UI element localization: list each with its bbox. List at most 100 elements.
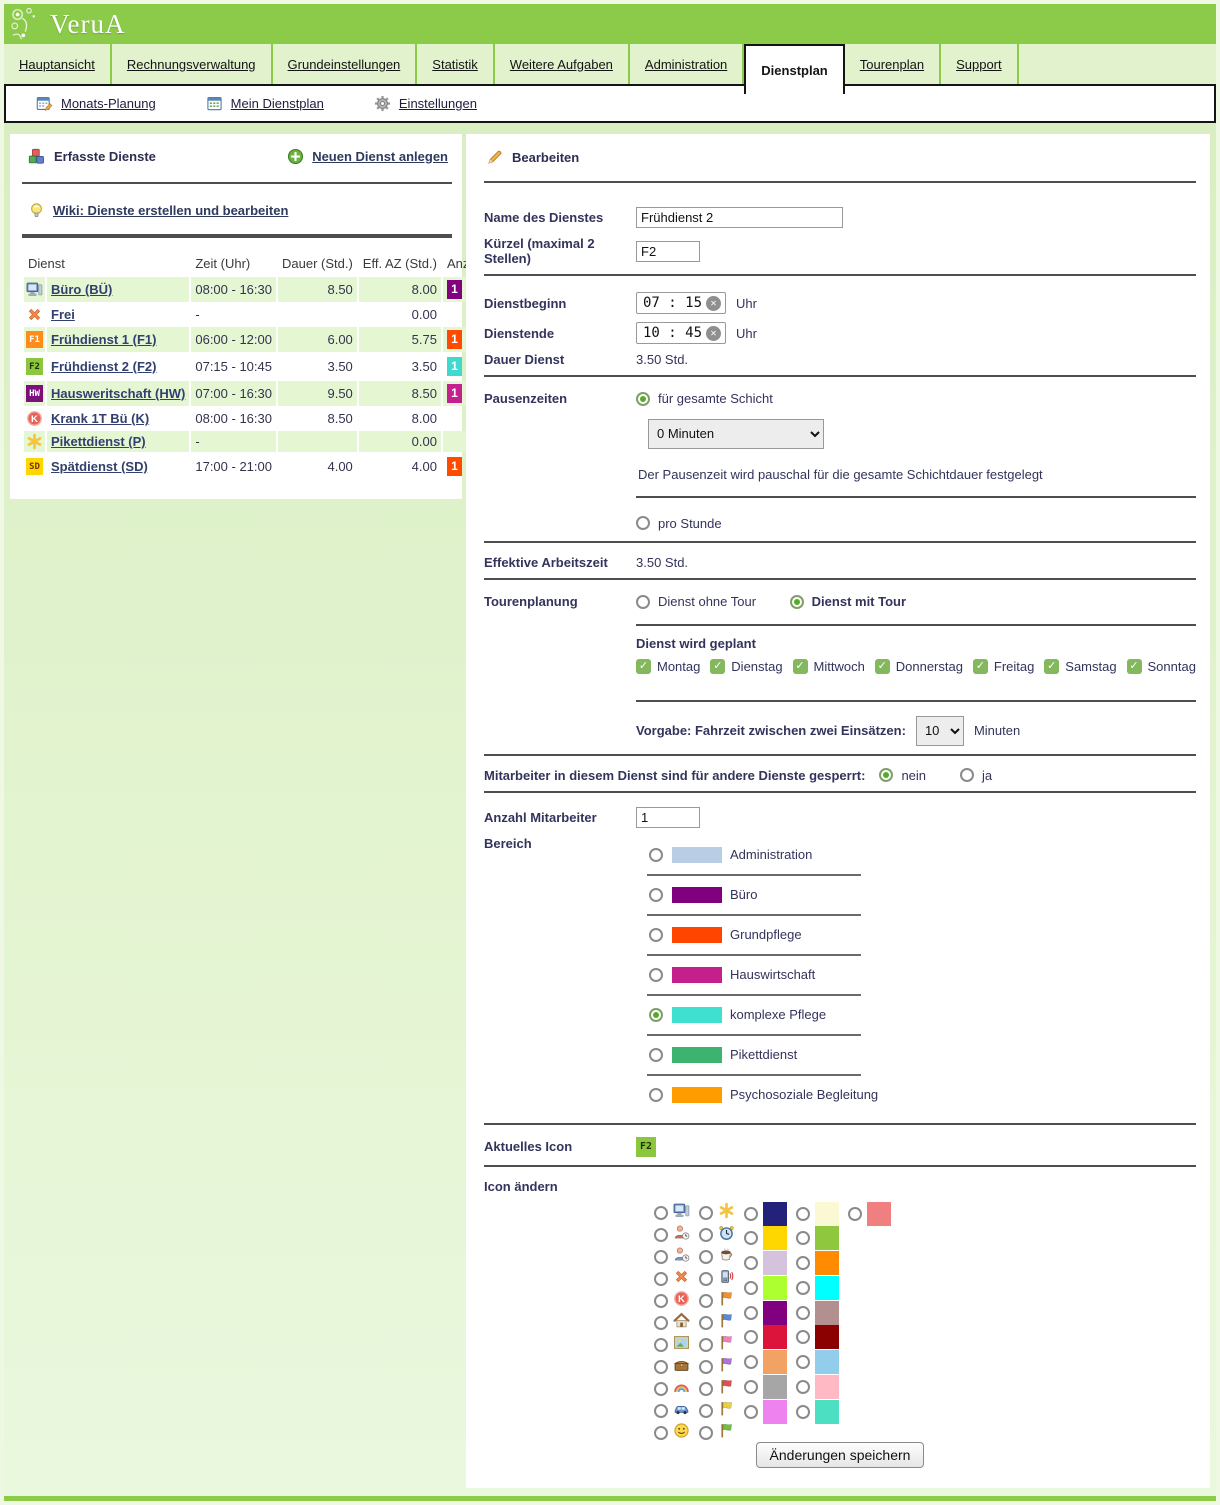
tab-support[interactable]: Support [941, 44, 1019, 84]
service-link[interactable]: Frei [51, 307, 75, 322]
radio-icon[interactable] [654, 1426, 668, 1440]
pause-option-gesamte-schicht[interactable]: für gesamte Schicht [636, 391, 773, 406]
gesperrt-option-ja[interactable]: ja [960, 768, 992, 783]
clear-time-icon[interactable]: ✕ [706, 296, 721, 311]
icon-option-house[interactable] [654, 1312, 690, 1334]
radio-icon[interactable] [699, 1206, 713, 1220]
service-link[interactable]: Frühdienst 2 (F2) [51, 359, 156, 374]
color-option-ff8c00[interactable] [796, 1251, 839, 1275]
checkbox-checked-icon[interactable]: ✓ [1127, 659, 1142, 674]
icon-option-person-red-clock[interactable] [654, 1224, 690, 1246]
icon-option-flag-green[interactable] [699, 1422, 735, 1444]
icon-option-flag-red[interactable] [699, 1378, 735, 1400]
dienstende-input[interactable]: 10 : 45 ✕ [636, 322, 726, 344]
icon-option-krank[interactable]: K [654, 1290, 690, 1312]
color-option-00ffff[interactable] [796, 1276, 839, 1300]
radio-icon[interactable] [649, 1048, 663, 1062]
service-link[interactable]: Büro (BÜ) [51, 282, 112, 297]
pause-option-pro-stunde[interactable]: pro Stunde [636, 516, 722, 531]
service-link[interactable]: Frühdienst 1 (F1) [51, 332, 156, 347]
service-link[interactable]: Hausweritschaft (HW) [51, 386, 185, 401]
radio-icon[interactable] [848, 1207, 862, 1221]
icon-option-asterisk[interactable] [699, 1202, 735, 1224]
bereich-option-hauswirtschaft[interactable]: Hauswirtschaft [649, 967, 1196, 983]
dienstbeginn-input[interactable]: 07 : 15 ✕ [636, 292, 726, 314]
subnav-monats-planung[interactable]: Monats-Planung [36, 95, 156, 112]
radio-icon[interactable] [796, 1355, 810, 1369]
radio-icon[interactable] [699, 1426, 713, 1440]
color-option-adff2f[interactable] [744, 1276, 787, 1300]
radio-icon[interactable] [649, 848, 663, 862]
radio-icon[interactable] [654, 1360, 668, 1374]
gesperrt-option-nein[interactable]: nein [879, 768, 926, 783]
radio-icon[interactable] [796, 1281, 810, 1295]
radio-icon[interactable] [699, 1294, 713, 1308]
radio-icon[interactable] [796, 1231, 810, 1245]
radio-icon[interactable] [796, 1207, 810, 1221]
weekday-sonntag[interactable]: ✓Sonntag [1127, 659, 1196, 674]
color-option-93cdec[interactable] [796, 1350, 839, 1374]
radio-icon[interactable] [654, 1250, 668, 1264]
bereich-option-psychosoziale-begleitung[interactable]: Psychosoziale Begleitung [649, 1087, 1196, 1103]
color-option-d5c3de[interactable] [744, 1251, 787, 1275]
service-link[interactable]: Spätdienst (SD) [51, 459, 148, 474]
checkbox-checked-icon[interactable]: ✓ [710, 659, 725, 674]
radio-icon[interactable] [699, 1272, 713, 1286]
wiki-link[interactable]: Wiki: Dienste erstellen und bearbeiten [28, 202, 288, 219]
color-option-f2a263[interactable] [744, 1350, 787, 1374]
radio-selected-icon[interactable] [636, 392, 650, 406]
radio-selected-icon[interactable] [879, 768, 893, 782]
checkbox-checked-icon[interactable]: ✓ [875, 659, 890, 674]
radio-icon[interactable] [960, 768, 974, 782]
radio-icon[interactable] [744, 1355, 758, 1369]
color-option-ffb9c5[interactable] [796, 1375, 839, 1399]
tab-hauptansicht[interactable]: Hauptansicht [4, 44, 112, 84]
name-input[interactable] [636, 207, 843, 228]
color-option-f08080[interactable] [848, 1202, 891, 1226]
bereich-option-pikettdienst[interactable]: Pikettdienst [649, 1047, 1196, 1063]
radio-selected-icon[interactable] [649, 1008, 663, 1022]
bereich-option-komplexe-pflege[interactable]: komplexe Pflege [649, 1007, 1196, 1023]
service-link[interactable]: Krank 1T Bü (K) [51, 411, 149, 426]
radio-selected-icon[interactable] [790, 595, 804, 609]
icon-option-computer[interactable] [654, 1202, 690, 1224]
save-button[interactable]: Änderungen speichern [756, 1442, 925, 1468]
icon-option-flag-yellow[interactable] [699, 1400, 735, 1422]
icon-option-alarm-clock[interactable] [699, 1224, 735, 1246]
radio-icon[interactable] [796, 1380, 810, 1394]
color-option-dc143c[interactable] [744, 1325, 787, 1349]
radio-icon[interactable] [744, 1380, 758, 1394]
radio-icon[interactable] [654, 1316, 668, 1330]
icon-option-coffee[interactable] [699, 1246, 735, 1268]
fahrzeit-select[interactable]: 10 [916, 716, 964, 746]
radio-icon[interactable] [649, 968, 663, 982]
checkbox-checked-icon[interactable]: ✓ [636, 659, 651, 674]
weekday-dienstag[interactable]: ✓Dienstag [710, 659, 782, 674]
color-option-a6a6a6[interactable] [744, 1375, 787, 1399]
radio-icon[interactable] [649, 888, 663, 902]
icon-option-flag-orange[interactable] [699, 1290, 735, 1312]
weekday-mittwoch[interactable]: ✓Mittwoch [793, 659, 865, 674]
radio-icon[interactable] [654, 1338, 668, 1352]
radio-icon[interactable] [744, 1330, 758, 1344]
pause-minutes-select[interactable]: 0 Minuten [648, 419, 824, 449]
service-link[interactable]: Pikettdienst (P) [51, 434, 146, 449]
weekday-samstag[interactable]: ✓Samstag [1044, 659, 1116, 674]
tab-tourenplan[interactable]: Tourenplan [845, 44, 941, 84]
icon-option-phone[interactable] [699, 1268, 735, 1290]
radio-icon[interactable] [744, 1207, 758, 1221]
bereich-option-büro[interactable]: Büro [649, 887, 1196, 903]
color-option-ffd700[interactable] [744, 1226, 787, 1250]
tab-statistik[interactable]: Statistik [417, 44, 495, 84]
radio-icon[interactable] [654, 1228, 668, 1242]
tab-weitere-aufgaben[interactable]: Weitere Aufgaben [495, 44, 630, 84]
tour-option-mit[interactable]: Dienst mit Tour [790, 594, 906, 609]
weekday-montag[interactable]: ✓Montag [636, 659, 700, 674]
radio-icon[interactable] [796, 1330, 810, 1344]
icon-option-person-blue-clock[interactable] [654, 1246, 690, 1268]
weekday-donnerstag[interactable]: ✓Donnerstag [875, 659, 963, 674]
color-option-ee82ee[interactable] [744, 1400, 787, 1424]
color-option-23227a[interactable] [744, 1202, 787, 1226]
radio-icon[interactable] [636, 516, 650, 530]
radio-icon[interactable] [649, 1088, 663, 1102]
